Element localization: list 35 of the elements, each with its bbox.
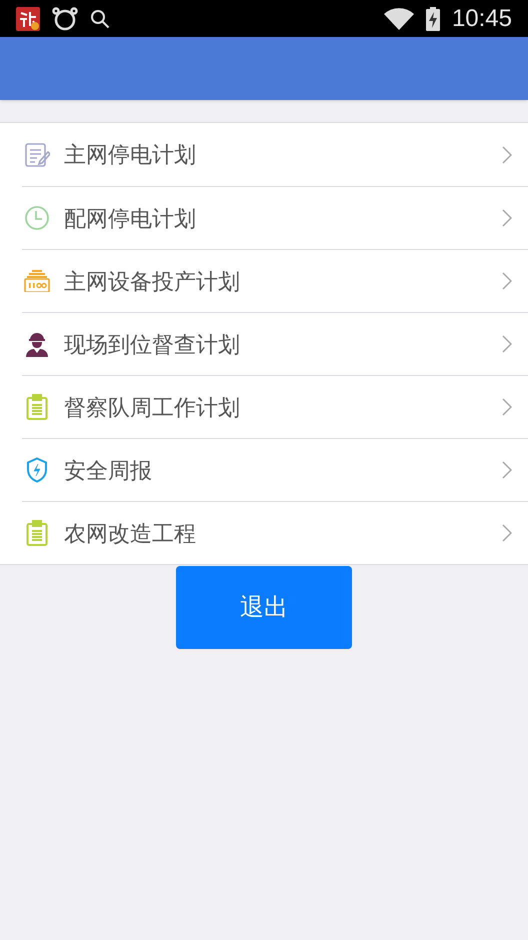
clock-time: 10:45 [452, 6, 512, 30]
document-icon [24, 142, 50, 168]
clipboard-icon [26, 394, 48, 420]
menu-item[interactable]: 农网改造工程 [22, 501, 528, 564]
menu-item[interactable]: 主网设备投产计划 [22, 249, 528, 312]
meter-icon [24, 270, 50, 292]
chevron-icon [502, 335, 512, 353]
menu-label: 安全周报 [64, 456, 153, 484]
chevron-icon [502, 398, 512, 416]
chevron-icon [502, 272, 512, 290]
menu-label: 主网设备投产计划 [64, 268, 241, 296]
app-icon [16, 6, 40, 30]
ring-icon [52, 6, 78, 30]
shield-icon [25, 457, 49, 483]
worker-icon [24, 331, 50, 357]
chevron-icon [502, 146, 512, 164]
menu-item[interactable]: 配网停电计划 [22, 186, 528, 249]
clock-icon [24, 205, 50, 231]
menu-label: 主网停电计划 [64, 141, 197, 169]
menu-item[interactable]: 现场到位督查计划 [22, 312, 528, 375]
battery-icon [426, 6, 440, 30]
chevron-icon [502, 209, 512, 227]
menu-label: 现场到位督查计划 [64, 330, 241, 358]
logout-button[interactable]: 退出 [176, 566, 352, 649]
chevron-icon [502, 461, 512, 479]
menu-label: 农网改造工程 [64, 520, 197, 548]
chevron-icon [502, 524, 512, 542]
search-icon [90, 8, 110, 28]
menu-label: 配网停电计划 [64, 204, 197, 232]
menu-item[interactable]: 主网停电计划 [22, 123, 528, 186]
clipboard-icon [26, 520, 48, 546]
wifi-icon [384, 8, 414, 30]
menu-item[interactable]: 督察队周工作计划 [22, 375, 528, 438]
menu-item[interactable]: 安全周报 [22, 438, 528, 501]
menu-label: 督察队周工作计划 [64, 394, 241, 422]
